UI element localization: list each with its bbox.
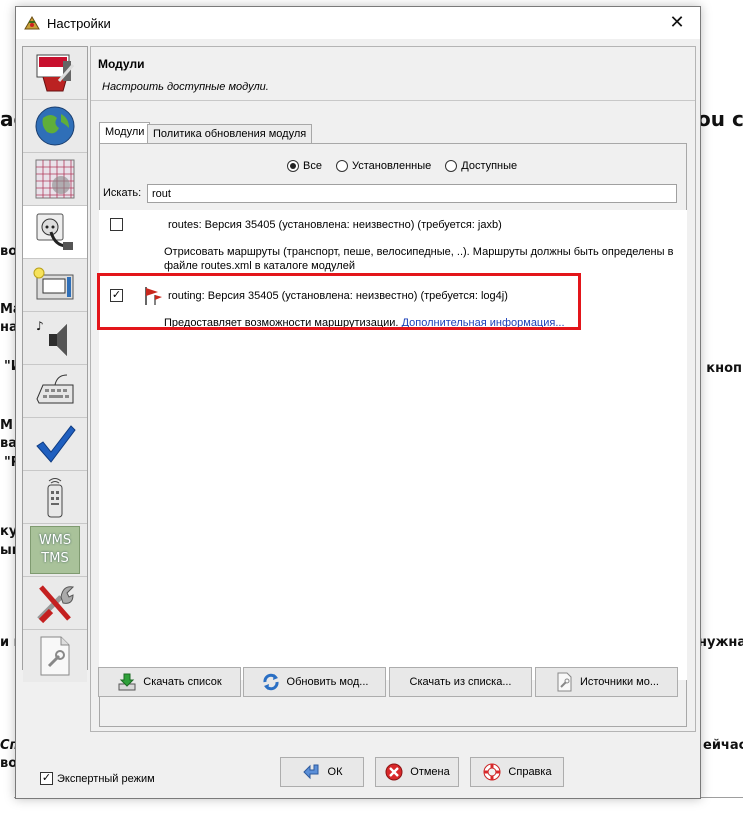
checkmark-icon	[36, 425, 76, 463]
lifebuoy-icon	[483, 763, 501, 781]
radio-indicator	[335, 160, 348, 172]
panel-header: Модули Настроить доступные модули.	[91, 47, 695, 101]
download-from-list-button[interactable]: Скачать из списка...	[389, 667, 532, 697]
wms-label: WMS	[38, 533, 72, 548]
sidebar-item-audio[interactable]: ♪	[23, 312, 87, 364]
tab-plugins[interactable]: Модули	[99, 122, 151, 144]
button-label: Скачать список	[143, 676, 222, 688]
refresh-icon	[263, 673, 279, 691]
paint-palette-icon	[36, 54, 75, 92]
filter-available-radio[interactable]: Доступные	[445, 160, 517, 172]
plugin-checkbox-routes[interactable]	[110, 218, 123, 231]
document-wrench-icon	[557, 672, 572, 692]
help-button[interactable]: Справка	[470, 757, 564, 787]
filter-all-radio[interactable]: Все	[287, 160, 322, 172]
sidebar-item-windows[interactable]	[23, 259, 87, 311]
filter-installed-radio[interactable]: Установленные	[335, 160, 432, 172]
sidebar-item-advanced[interactable]	[23, 577, 87, 629]
expert-mode-checkbox[interactable]: ✓	[40, 772, 53, 785]
sidebar-item-imagery[interactable]: WMS TMS	[23, 524, 87, 576]
globe-icon	[35, 106, 75, 146]
background-text: ейчас	[703, 738, 743, 753]
button-label: Обновить мод...	[286, 676, 369, 688]
cancel-icon	[385, 763, 403, 781]
close-button[interactable]: ✕	[654, 7, 700, 39]
sidebar-item-map-grid[interactable]	[23, 153, 87, 205]
button-label: Справка	[508, 766, 552, 778]
keyboard-icon	[36, 374, 74, 404]
radio-indicator	[445, 160, 458, 172]
remote-control-icon	[47, 478, 63, 518]
button-label: ОК	[327, 766, 343, 778]
speaker-icon: ♪	[36, 319, 67, 356]
plugin-sources-button[interactable]: Источники мо...	[535, 667, 678, 697]
tab-update-policy[interactable]: Политика обновления модуля	[147, 124, 313, 144]
background-text: нужна	[698, 635, 743, 650]
background-text: ou c	[697, 107, 743, 131]
dialog-title: Настройки	[47, 16, 111, 31]
plugin-title-routes: routes: Версия 35405 (установлена: неизв…	[168, 219, 502, 231]
highlight-frame	[97, 273, 581, 330]
button-label: Скачать из списка...	[409, 676, 512, 688]
download-list-button[interactable]: Скачать список	[98, 667, 241, 697]
page-subtitle: Настроить доступные модули.	[102, 81, 269, 93]
title-bar: Настройки ✕	[16, 7, 700, 39]
preferences-dialog: Настройки ✕ ♪ WMS TMS Модули Настроить д…	[15, 6, 701, 799]
plugin-description-routes: Отрисовать маршруты (транспорт, пеше, ве…	[164, 246, 674, 272]
download-icon	[118, 673, 136, 691]
sidebar-item-plugins[interactable]	[23, 206, 87, 258]
cancel-button[interactable]: Отмена	[375, 757, 459, 787]
expert-mode-toggle[interactable]: ✓ Экспертный режим	[40, 772, 155, 785]
windows-icon	[33, 267, 74, 300]
ok-arrow-icon	[302, 764, 319, 780]
tms-label: TMS	[41, 551, 69, 566]
sidebar-item-shortcuts[interactable]	[23, 365, 87, 417]
sidebar-item-remote-control[interactable]	[23, 471, 87, 523]
radio-indicator	[287, 160, 299, 172]
wms-tms-icon: WMS TMS	[30, 526, 80, 574]
button-label: Отмена	[410, 766, 450, 778]
update-plugins-button[interactable]: Обновить мод...	[243, 667, 386, 697]
button-label: Источники мо...	[579, 676, 659, 688]
josm-app-icon	[24, 16, 40, 30]
sidebar-item-projection[interactable]	[23, 100, 87, 152]
search-label: Искать:	[103, 187, 142, 199]
plugins-panel: Модули Настроить доступные модули. Модул…	[90, 46, 696, 732]
sidebar-item-validator[interactable]	[23, 418, 87, 470]
radio-label: Установленные	[351, 160, 432, 172]
expert-mode-label: Экспертный режим	[57, 772, 155, 785]
preferences-sidebar: ♪ WMS TMS	[22, 46, 88, 682]
background-text: М	[0, 418, 13, 433]
tools-icon	[37, 585, 75, 624]
radio-label: Все	[303, 160, 322, 172]
filter-radio-group: Все Установленные Доступные	[287, 160, 517, 172]
plug-icon	[36, 213, 73, 250]
document-wrench-icon	[40, 636, 70, 676]
radio-label: Доступные	[461, 160, 518, 172]
page-title: Модули	[98, 57, 145, 71]
sidebar-item-misc[interactable]	[23, 630, 87, 682]
ok-button[interactable]: ОК	[280, 757, 364, 787]
svg-text:♪: ♪	[36, 319, 44, 333]
search-input[interactable]	[147, 184, 677, 203]
grid-map-icon	[35, 159, 75, 199]
sidebar-item-display[interactable]	[23, 47, 87, 99]
